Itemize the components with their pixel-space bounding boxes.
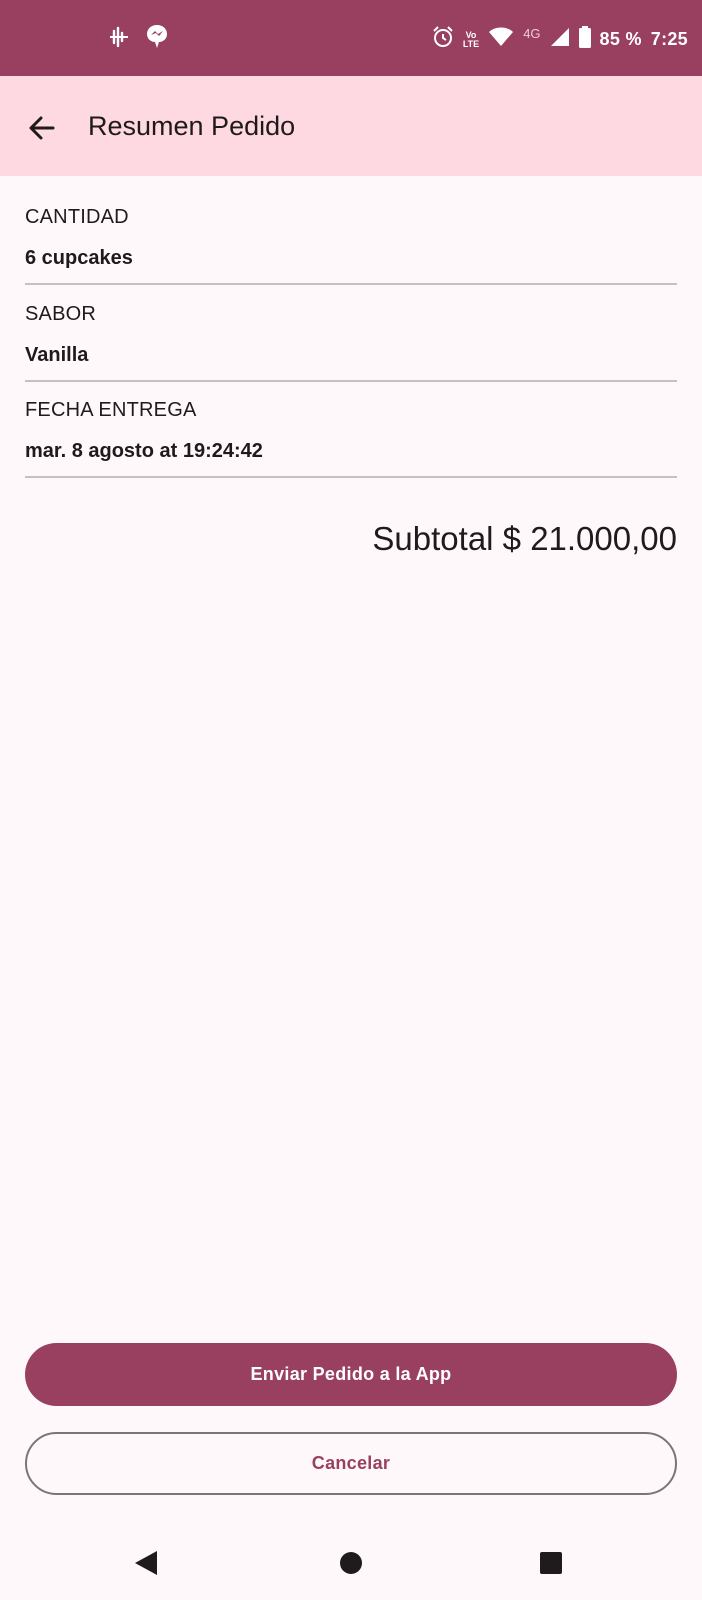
clock-time: 7:25 [650, 29, 688, 49]
delivery-date-section: FECHA ENTREGA mar. 8 agosto at 19:24:42 [25, 399, 677, 463]
messenger-icon [146, 24, 168, 55]
audio-wave-icon [108, 25, 130, 54]
divider [25, 283, 677, 285]
battery-icon [578, 26, 591, 53]
wifi-icon [488, 27, 514, 52]
delivery-date-label: FECHA ENTREGA [25, 399, 197, 421]
send-order-button[interactable]: Enviar Pedido a la App [25, 1343, 677, 1406]
flavor-label: SABOR [25, 303, 97, 325]
app-bar: Resumen Pedido [0, 76, 702, 176]
home-circle-icon [335, 1552, 367, 1583]
alarm-icon [432, 26, 454, 53]
nav-home-button[interactable] [335, 1547, 367, 1579]
arrow-back-icon [24, 116, 64, 152]
divider [25, 380, 677, 382]
divider [25, 476, 677, 478]
page-title: Resumen Pedido [88, 111, 296, 141]
quantity-section: CANTIDAD 6 cupcakes [25, 206, 677, 270]
battery-percent: 85 % [599, 29, 642, 49]
status-bar-right: Vo LTE 4G 85 % 7:25 [432, 26, 688, 53]
volte-icon: Vo LTE [462, 30, 480, 49]
status-bar-left [108, 24, 168, 55]
quantity-label: CANTIDAD [25, 206, 129, 228]
volte-bottom-label: LTE [462, 38, 480, 49]
cancel-button[interactable]: Cancelar [25, 1432, 677, 1495]
back-button[interactable] [24, 108, 64, 148]
flavor-value: Vanilla [25, 344, 89, 366]
nav-recents-button[interactable] [535, 1547, 567, 1579]
signal-icon [550, 27, 570, 52]
nav-back-button[interactable] [131, 1547, 163, 1579]
network-type-label: 4G [523, 26, 541, 41]
flavor-section: SABOR Vanilla [25, 303, 677, 367]
back-triangle-icon [131, 1551, 163, 1583]
system-nav-bar [0, 1525, 702, 1600]
recents-square-icon [535, 1552, 567, 1583]
quantity-value: 6 cupcakes [25, 247, 133, 269]
delivery-date-value: mar. 8 agosto at 19:24:42 [25, 440, 263, 462]
subtotal-text: Subtotal $ 21.000,00 [372, 520, 677, 557]
status-bar: Vo LTE 4G 85 % 7:25 [0, 0, 702, 76]
